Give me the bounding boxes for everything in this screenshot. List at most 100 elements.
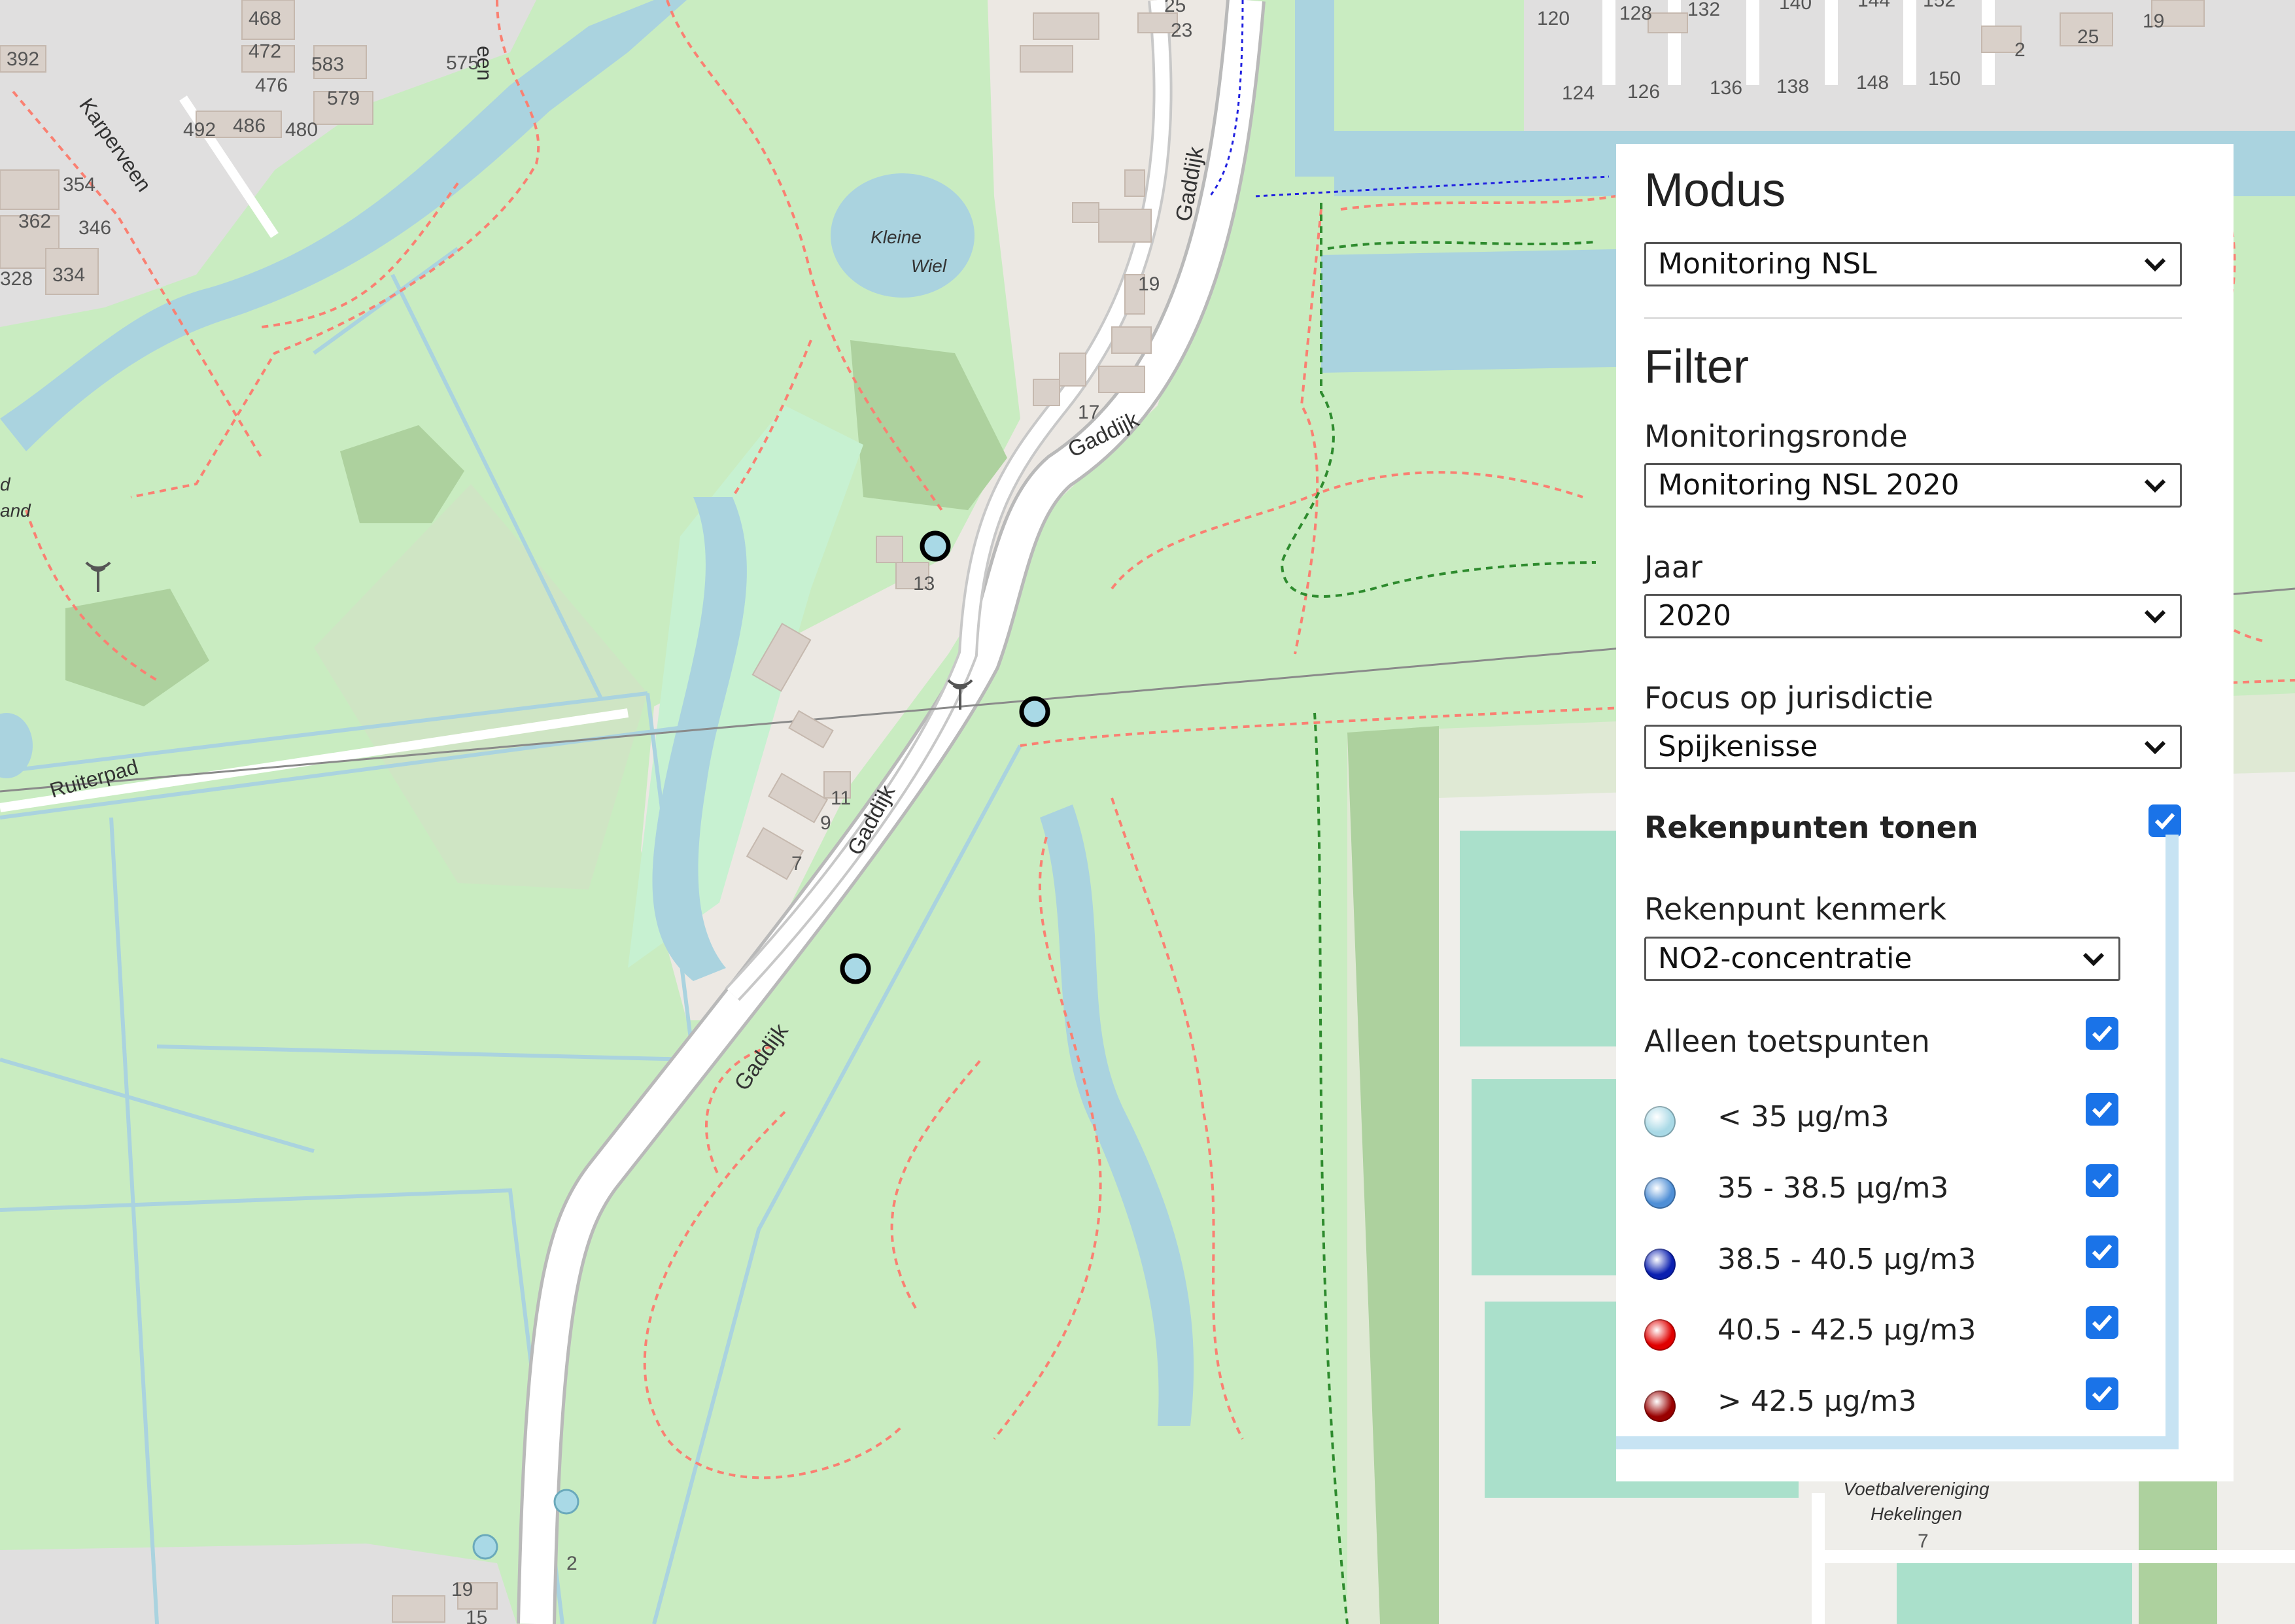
legend-label: 38.5 - 40.5 µg/m3 <box>1717 1243 1976 1276</box>
chevron-down-icon <box>2144 479 2166 493</box>
jaar-label: Jaar <box>1644 549 1702 585</box>
rekenpunten-checkbox[interactable] <box>2148 804 2181 837</box>
house-number: 128 <box>1619 3 1652 24</box>
house-number: 472 <box>249 41 281 62</box>
monitor-point[interactable] <box>553 1489 579 1515</box>
house-number: 328 <box>0 268 33 290</box>
house-number: 2 <box>566 1553 578 1574</box>
house-number: 362 <box>18 211 51 232</box>
kenmerk-label: Rekenpunt kenmerk <box>1644 891 1946 927</box>
legend-dot <box>1644 1249 1676 1280</box>
house-number: 492 <box>183 119 216 141</box>
house-number: 583 <box>311 54 344 75</box>
house-number: 25 <box>2077 26 2099 48</box>
legend-label: 35 - 38.5 µg/m3 <box>1717 1171 1949 1205</box>
house-number: 132 <box>1687 0 1720 20</box>
modus-select-value: Monitoring NSL <box>1658 247 1877 281</box>
house-number: 150 <box>1928 68 1961 90</box>
house-number: 480 <box>285 119 318 141</box>
rekenpunten-label: Rekenpunten tonen <box>1644 810 1978 845</box>
legend-label: > 42.5 µg/m3 <box>1717 1385 1917 1418</box>
house-number: 392 <box>7 48 39 70</box>
water-label: Wiel <box>911 256 947 276</box>
house-number: 19 <box>2143 10 2164 32</box>
check-icon <box>2092 1101 2113 1118</box>
monitor-point[interactable] <box>472 1534 498 1560</box>
house-number: 9 <box>820 812 831 834</box>
house-number: 140 <box>1779 0 1812 14</box>
house-number: 468 <box>249 8 281 29</box>
house-number: 7 <box>1918 1530 1929 1552</box>
kenmerk-select-value: NO2-concentratie <box>1658 942 1912 975</box>
legend-dot <box>1644 1319 1676 1351</box>
legend-checkbox[interactable] <box>2086 1164 2118 1197</box>
legend-dot <box>1644 1177 1676 1209</box>
house-number: 120 <box>1537 8 1570 29</box>
house-number: 19 <box>1138 273 1160 295</box>
monitor-point[interactable] <box>840 953 871 984</box>
house-number: 13 <box>913 573 935 595</box>
house-number: 19 <box>451 1579 473 1600</box>
legend-dot <box>1644 1106 1676 1137</box>
club-label: Hekelingen <box>1871 1504 1962 1524</box>
chevron-down-icon <box>2082 952 2105 967</box>
check-icon <box>2092 1385 2113 1403</box>
toetspunten-label: Alleen toetspunten <box>1644 1024 1930 1059</box>
house-number: 138 <box>1776 76 1809 97</box>
chevron-down-icon <box>2144 610 2166 624</box>
modus-select[interactable]: Monitoring NSL <box>1644 242 2182 286</box>
check-icon <box>2092 1025 2113 1043</box>
partial-label: and <box>0 500 31 521</box>
focus-select-value: Spijkenisse <box>1658 730 1818 763</box>
house-number: 148 <box>1856 72 1889 94</box>
pond-east <box>1321 249 1648 373</box>
jaar-select-value: 2020 <box>1658 599 1731 632</box>
check-icon <box>2092 1243 2113 1261</box>
filter-title: Filter <box>1644 341 1749 393</box>
check-icon <box>2154 812 2175 830</box>
house-number: 575 <box>446 52 479 74</box>
house-number: 579 <box>327 88 360 109</box>
legend-label: 40.5 - 42.5 µg/m3 <box>1717 1313 1976 1347</box>
monitor-point[interactable] <box>1019 696 1050 727</box>
house-number: 136 <box>1710 77 1742 99</box>
legend-label: < 35 µg/m3 <box>1717 1100 1889 1133</box>
rekenpunten-group-border-bottom <box>1616 1436 2179 1449</box>
chevron-down-icon <box>2144 740 2166 755</box>
house-number: 346 <box>78 217 111 239</box>
house-number: 334 <box>52 264 85 286</box>
house-number: 23 <box>1171 20 1192 41</box>
legend-checkbox[interactable] <box>2086 1235 2118 1268</box>
monitor-point[interactable] <box>920 530 951 562</box>
legend-checkbox[interactable] <box>2086 1093 2118 1126</box>
house-number: 126 <box>1627 81 1660 103</box>
focus-select[interactable]: Spijkenisse <box>1644 725 2182 769</box>
legend-dot <box>1644 1391 1676 1422</box>
control-panel: Modus Monitoring NSL Filter Monitoringsr… <box>1616 144 2234 1481</box>
section-divider <box>1644 317 2182 319</box>
ronde-select-value: Monitoring NSL 2020 <box>1658 468 1959 502</box>
check-icon <box>2092 1172 2113 1190</box>
club-label: Voetbalvereniging <box>1843 1479 1990 1499</box>
water-label: Kleine <box>871 227 922 247</box>
house-number: 152 <box>1923 0 1956 11</box>
house-number: 486 <box>233 115 266 137</box>
house-number: 124 <box>1562 82 1595 104</box>
house-number: 144 <box>1857 0 1890 11</box>
jaar-select[interactable]: 2020 <box>1644 594 2182 638</box>
kenmerk-select[interactable]: NO2-concentratie <box>1644 937 2120 981</box>
legend-checkbox[interactable] <box>2086 1306 2118 1339</box>
legend-checkbox[interactable] <box>2086 1377 2118 1410</box>
house-number: 25 <box>1164 0 1186 16</box>
house-number: 476 <box>255 75 288 96</box>
ronde-label: Monitoringsronde <box>1644 419 1908 454</box>
house-number: 354 <box>63 174 95 196</box>
house-number: 17 <box>1078 402 1099 423</box>
rekenpunten-group-border <box>2166 835 2179 1442</box>
modus-title: Modus <box>1644 164 1786 216</box>
house-number: 15 <box>466 1607 487 1624</box>
check-icon <box>2092 1314 2113 1332</box>
house-number: 2 <box>2014 39 2026 61</box>
toetspunten-checkbox[interactable] <box>2086 1017 2118 1050</box>
ronde-select[interactable]: Monitoring NSL 2020 <box>1644 463 2182 508</box>
